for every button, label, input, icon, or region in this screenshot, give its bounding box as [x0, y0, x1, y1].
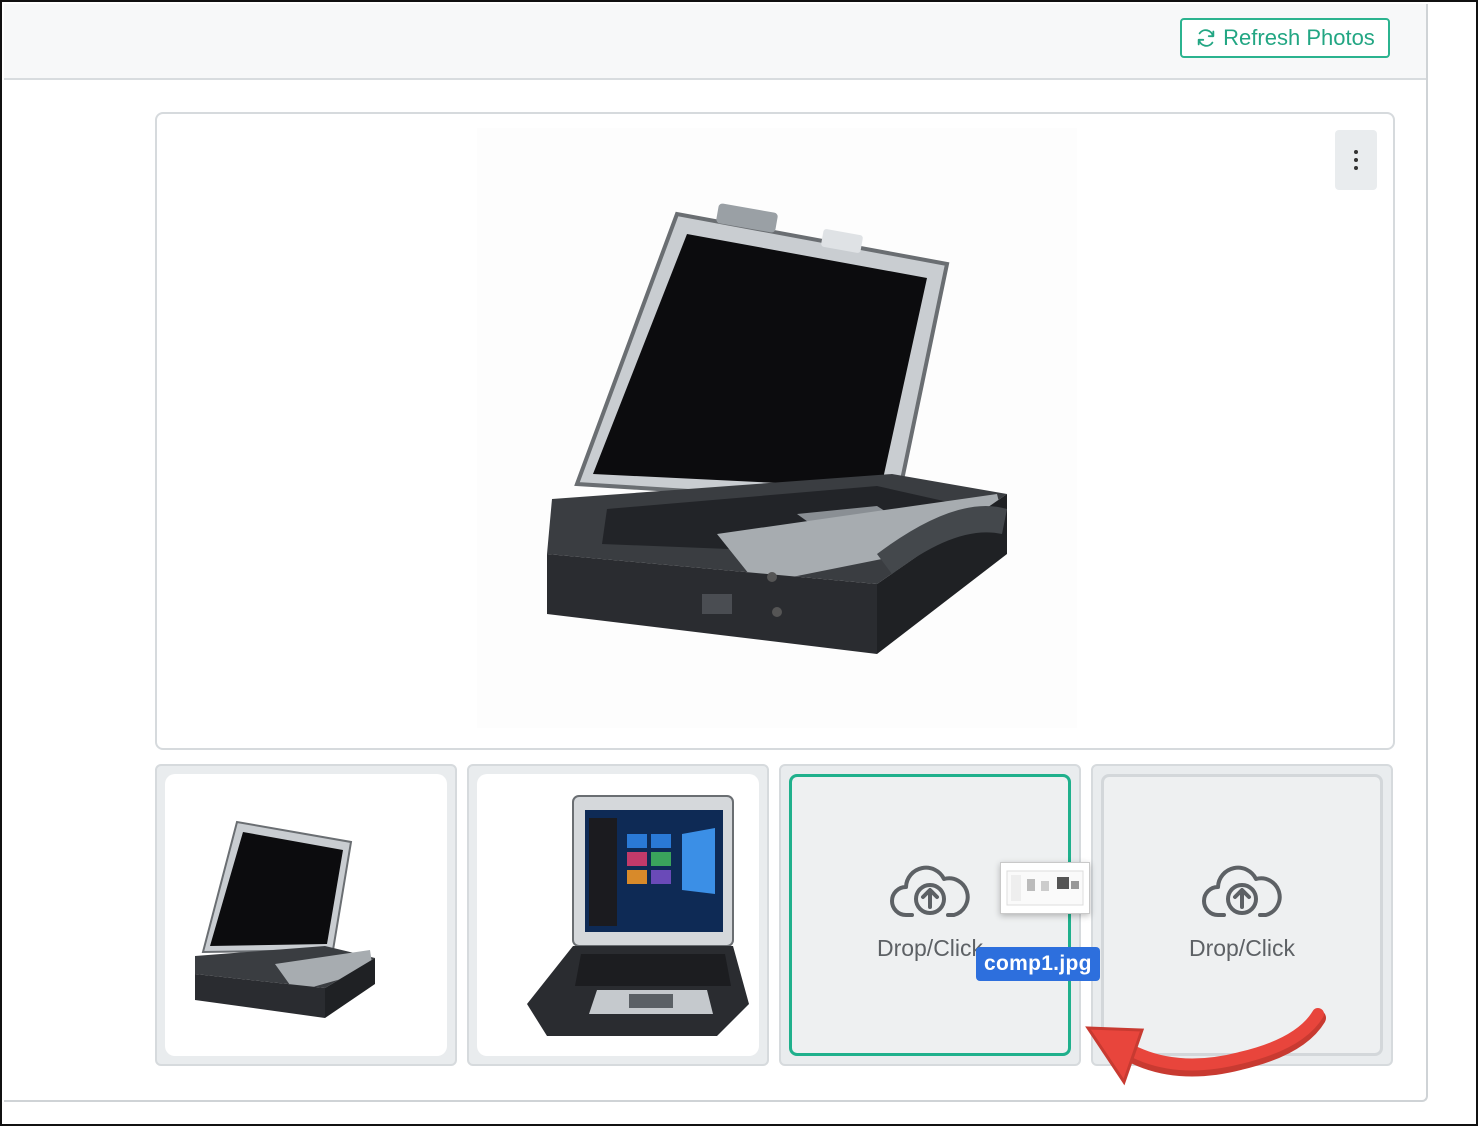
refresh-photos-button[interactable]: Refresh Photos — [1180, 18, 1390, 58]
dragged-filename-badge: comp1.jpg — [976, 947, 1100, 981]
laptop-angled-thumb-image — [195, 820, 375, 1018]
refresh-photos-label: Refresh Photos — [1223, 25, 1375, 50]
laptop-front-thumb-image — [527, 795, 749, 1036]
annotation-arrow — [1085, 1008, 1326, 1086]
thumbnail-image-frame — [477, 774, 759, 1056]
dropzone-label: Drop/Click — [876, 935, 984, 961]
photo-options-button[interactable] — [1335, 130, 1377, 190]
photo-manager-panel: Refresh Photos Drop/Click Drop/Click — [4, 4, 1428, 1102]
menu-dot — [1354, 158, 1358, 162]
toolbar: Refresh Photos — [4, 4, 1426, 80]
cloud-upload-icon — [890, 865, 970, 917]
thumbnail-image-frame — [165, 774, 447, 1056]
cloud-upload-icon — [1202, 865, 1282, 917]
thumbnail-1[interactable] — [155, 764, 457, 1066]
file-thumbnail-image — [1006, 870, 1084, 906]
dropzone-label: Drop/Click — [1188, 935, 1296, 961]
menu-dot — [1354, 166, 1358, 170]
main-photo[interactable] — [155, 112, 1395, 750]
refresh-icon — [1197, 29, 1215, 47]
window-frame: Refresh Photos Drop/Click Drop/Click — [0, 0, 1478, 1126]
menu-dot — [1354, 150, 1358, 154]
laptop-large-image — [477, 128, 1077, 728]
thumbnail-2[interactable] — [467, 764, 769, 1066]
dragged-file-preview — [1000, 862, 1090, 914]
